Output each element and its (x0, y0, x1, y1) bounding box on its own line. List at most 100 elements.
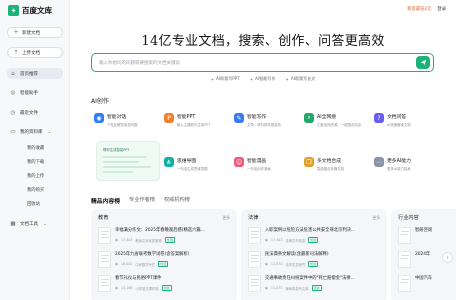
list-item[interactable]: 幸福满分作文：2025年春晚观后感(精选六篇... ◉ 17,403 教师文库优质推… (98, 227, 205, 244)
comic-icon: ☺ (234, 157, 244, 167)
doc-meta: ◉ 17,403 教师文库优质推荐 优选 (115, 237, 205, 243)
new-document-button[interactable]: ＋ 新建文档 (7, 27, 63, 38)
eye-icon: ◉ (265, 262, 268, 266)
doc-thumbnail (98, 251, 111, 268)
tab-authority[interactable]: 权威机构榜 (164, 196, 190, 205)
sidebar-item-label: 最近文件 (20, 110, 38, 116)
ranking-panel-law: 法律 更多 入职案例以危险方法危害公共安全罪北京判决... ◉ 17,403 法律文… (241, 209, 387, 300)
ai-card-chat[interactable]: ◉ 智能对话 个性化解答各类问题 (94, 113, 138, 127)
doc-title: 智研咨询 (415, 228, 433, 233)
chevron-right-icon: › (446, 254, 449, 261)
tab-quality-content[interactable]: 精品内容榜 (91, 196, 120, 205)
write-icon: ✎ (234, 113, 244, 123)
sidebar-item-assistant[interactable]: ◎ 智能助手 (7, 87, 63, 98)
list-item[interactable]: 民法典条文解读(含最新司法解释) ◉ 12,870 法学实务研究 优选 (248, 251, 329, 268)
upload-icon: ⇡ (13, 49, 19, 56)
ai-ppt-preview[interactable]: 帮你生成智能PPT (96, 141, 160, 181)
ai-card-more[interactable]: ⋯ 更多AI能力 更多AI能力探索 (374, 157, 411, 171)
ai-card-ppt[interactable]: P 智能PPT 输入主题即可生成PPT (164, 113, 210, 127)
chip-label: AI帮我写PPT (216, 76, 240, 81)
eye-icon: ◉ (115, 286, 118, 290)
ai-card-mindmap[interactable]: ⋔ 思维导图 一句话生成思维导图 (164, 157, 208, 171)
list-item[interactable]: 春节礼仪与民俗PPT课件 ◉ 14,188 小学语文课件馆 优选 (98, 275, 172, 292)
doc-views: 14,188 (120, 286, 133, 290)
ai-card-web-search[interactable]: ⌕ AI全网搜 汇聚全网资源，一键整合信息 (304, 113, 361, 127)
search-icon: ⌕ (304, 113, 314, 123)
doc-title: 入职案例以危险方法危害公共安全罪北京判决... (265, 228, 356, 233)
folder-icon: ▭ (10, 128, 16, 135)
chip-label: AI智能写作 (255, 76, 276, 81)
tab-pro-authors[interactable]: 专业作者榜 (129, 196, 155, 205)
sidebar-item-recent[interactable]: ◷ 最近文件 (7, 107, 63, 118)
send-icon (420, 59, 426, 66)
ppt-icon: P (164, 113, 174, 123)
list-item[interactable]: 2024年 (398, 251, 430, 268)
sidebar-subitem-downloads[interactable]: 我的下载 (27, 159, 44, 165)
doc-meta: ◉ 16,002 中考数学专栏 优选 (115, 261, 189, 267)
preview-line (103, 156, 147, 158)
ai-card-doc-qa[interactable]: ? 文档问答 AI快速解读文档 (374, 113, 411, 127)
sidebar-subitem-trash[interactable]: 回收站 (27, 201, 40, 207)
chip-label: AI帮我写长文 (290, 76, 316, 81)
sidebar-item-library[interactable]: ▭ 我的资料库 ⌄ (7, 126, 63, 137)
doc-meta: ◉ 14,188 小学语文课件馆 优选 (115, 285, 172, 291)
doc-title: 幸福满分作文：2025年春晚观后感(精选六篇... (115, 228, 205, 233)
search-input[interactable]: 输入你想问的问题或要搜索的文档关键词 (99, 60, 180, 66)
upload-document-label: 上传文档 (22, 50, 40, 56)
eye-icon: ◉ (115, 238, 118, 242)
doc-thumbnail (398, 275, 411, 292)
ai-card-name: 智能对话 (107, 115, 127, 120)
doc-views: 17,403 (270, 238, 283, 242)
ai-card-writing[interactable]: ✎ 智能写作 文章、材料撰写更高效 (234, 113, 281, 127)
sidebar-item-label: 文档工具 (20, 221, 38, 227)
search-box[interactable]: 输入你想问的问题或要搜索的文档关键词 (91, 53, 434, 72)
promo-link[interactable]: 新客最低2元 (407, 6, 431, 12)
chip-ai-longform[interactable]: ✦ AI帮我写长文 (286, 76, 316, 82)
sparkle-icon: ✦ (285, 76, 289, 82)
preview-line (103, 166, 151, 168)
doc-thumbnail (398, 251, 411, 268)
doc-title: 2024年 (415, 252, 431, 257)
panel-more-link[interactable]: 更多 (222, 215, 230, 221)
send-button[interactable] (416, 56, 430, 69)
ai-card-name: 智能漫画 (247, 159, 267, 164)
ai-card-name: 思维导图 (177, 159, 197, 164)
sidebar-item-home[interactable]: ⌂ 首页推荐 (7, 68, 63, 79)
ai-card-desc: 一句话生成思维导图 (177, 167, 208, 171)
brand-logo[interactable]: ✦ 百度文库 (8, 5, 52, 16)
doc-author: 法律文书精选 (285, 238, 306, 243)
login-link[interactable]: 登录 (437, 6, 446, 12)
list-item[interactable]: 智研咨询 (398, 227, 432, 244)
plus-icon: ＋ (13, 29, 19, 36)
upload-document-button[interactable]: ⇡ 上传文档 (7, 47, 63, 58)
sidebar-subitem-purchases[interactable]: 我的购买 (27, 187, 44, 193)
ai-card-name: 智能PPT (177, 115, 196, 120)
chip-ai-ppt[interactable]: ✦ AI帮我写PPT (211, 76, 240, 82)
doc-author: 教师文库优质推荐 (135, 238, 162, 243)
sidebar-item-doc-tools[interactable]: ▦ 文档工具 ⌄ (7, 218, 63, 229)
sidebar-subitem-uploads[interactable]: 我的上传 (27, 173, 44, 179)
panel-title: 教育 (98, 215, 109, 221)
logo-icon: ✦ (8, 5, 19, 16)
list-item[interactable]: 2025年九省联考数学试卷(含答案解析) ◉ 16,002 中考数学专栏 优选 (98, 251, 189, 268)
ai-card-comic[interactable]: ☺ 智能漫画 一句话创作漫画 (234, 157, 271, 171)
list-item[interactable]: 中国汽车 (398, 275, 432, 292)
clock-icon: ◷ (10, 109, 16, 116)
sidebar-subitem-favorites[interactable]: 我的收藏 (27, 145, 44, 151)
ai-card-name: 多文档合成 (317, 159, 341, 164)
doc-badge: 优选 (308, 237, 319, 243)
ai-card-desc: 文章、材料撰写更高效 (247, 123, 281, 127)
carousel-next-button[interactable]: › (442, 252, 453, 263)
ai-card-merge[interactable]: ❐ 多文档合成 智能融合多篇文档 (304, 157, 344, 171)
list-item[interactable]: 入职案例以危险方法危害公共安全罪北京判决... ◉ 17,403 法律文书精选 优选 (248, 227, 355, 244)
doc-badge: 优选 (311, 285, 322, 291)
doc-badge: 优选 (308, 261, 319, 267)
merge-icon: ❐ (304, 157, 314, 167)
list-item[interactable]: 交通事故责任纠纷案件中的"死亡赔偿金"法律... ◉ 11,075 律师事务所文库优… (248, 275, 355, 292)
doc-title: 2025年九省联考数学试卷(含答案解析) (115, 252, 190, 257)
sidebar-item-label: 智能助手 (20, 90, 38, 96)
panel-more-link[interactable]: 更多 (372, 215, 380, 221)
chip-ai-writing[interactable]: ✦ AI智能写作 (250, 76, 276, 82)
sidebar-item-label: 我的资料库 (20, 129, 43, 135)
doc-badge: 优选 (164, 237, 175, 243)
